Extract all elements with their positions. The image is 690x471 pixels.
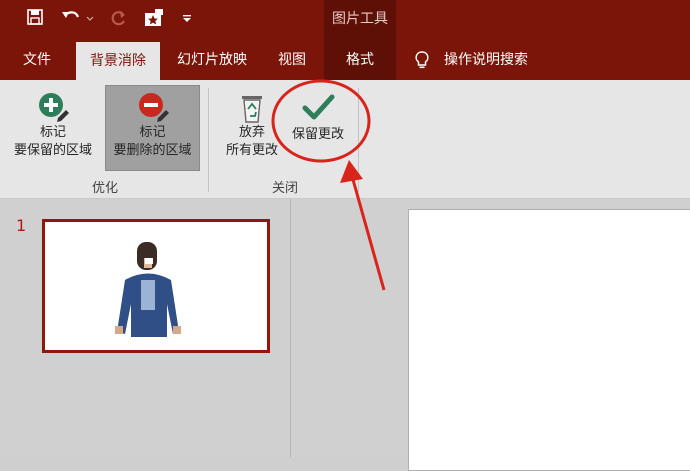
annotation-overlay — [271, 79, 386, 291]
annotation-arrow-head — [340, 160, 363, 183]
highlight-circle — [271, 79, 371, 163]
annotation-arrow-line — [350, 175, 386, 291]
